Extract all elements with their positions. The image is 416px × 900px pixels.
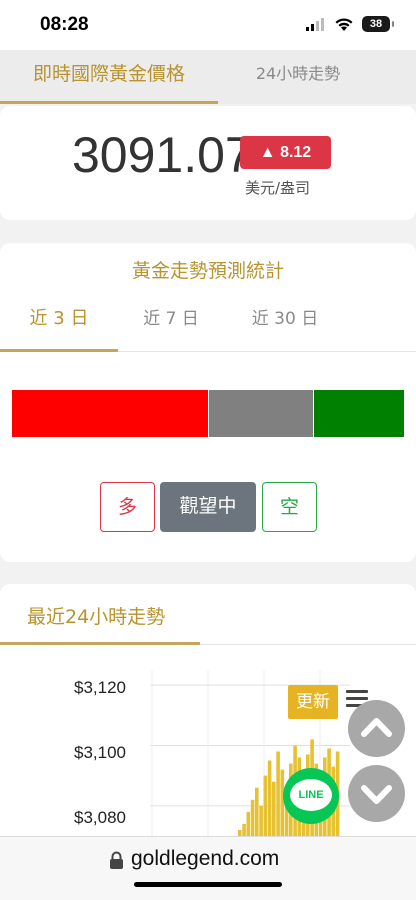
tab-30-days[interactable]: 近 30 日 bbox=[232, 296, 338, 352]
gold-price-value: 3091.07 bbox=[72, 127, 253, 183]
forecast-ratio-bar bbox=[12, 390, 404, 437]
line-icon: LINE bbox=[290, 779, 332, 811]
forecast-range-tabs: 近 3 日 近 7 日 近 30 日 bbox=[0, 296, 416, 352]
bullish-segment bbox=[12, 390, 208, 437]
price-bar bbox=[242, 823, 246, 836]
scroll-down-button[interactable] bbox=[348, 765, 405, 822]
bearish-segment bbox=[313, 390, 404, 437]
tab-3-days[interactable]: 近 3 日 bbox=[0, 296, 118, 352]
trend-divider bbox=[200, 644, 416, 645]
price-bar bbox=[246, 811, 251, 836]
scroll-up-button[interactable] bbox=[348, 700, 405, 757]
refresh-button[interactable]: 更新 bbox=[288, 685, 338, 719]
price-bar bbox=[259, 805, 263, 836]
price-bar bbox=[255, 787, 259, 836]
price-unit: 美元/盎司 bbox=[245, 179, 311, 197]
url-domain: goldlegend.com bbox=[131, 847, 280, 870]
battery-icon: 38 bbox=[362, 16, 394, 32]
scroll-down-icon bbox=[361, 785, 392, 804]
status-bar: 08:28 38 bbox=[0, 0, 416, 50]
tab-7-days[interactable]: 近 7 日 bbox=[118, 296, 224, 352]
home-indicator bbox=[134, 882, 282, 887]
price-change-badge: ▲ 8.12 bbox=[240, 136, 331, 169]
vote-wait-button[interactable]: 觀望中 bbox=[160, 482, 256, 532]
scroll-up-icon bbox=[361, 718, 392, 737]
price-bar bbox=[263, 775, 268, 836]
cellular-signal-icon bbox=[306, 18, 324, 31]
price-bar bbox=[276, 751, 280, 836]
browser-url-bar[interactable]: goldlegend.com bbox=[0, 836, 416, 900]
trend-title-underline bbox=[0, 642, 200, 645]
wifi-icon bbox=[335, 17, 353, 31]
line-share-button[interactable]: LINE bbox=[283, 768, 339, 824]
tab-24h-trend[interactable]: 24小時走勢 bbox=[218, 50, 378, 104]
y-tick-label: $3,120 bbox=[74, 678, 126, 697]
tab-realtime-gold-price[interactable]: 即時國際黃金價格 bbox=[0, 50, 218, 104]
vote-short-button[interactable]: 空 bbox=[262, 482, 317, 532]
trend-title: 最近24小時走勢 bbox=[27, 606, 166, 628]
y-tick-label: $3,100 bbox=[74, 743, 126, 762]
vote-long-button[interactable]: 多 bbox=[100, 482, 155, 532]
y-tick-label: $3,080 bbox=[74, 808, 126, 827]
status-time: 08:28 bbox=[40, 14, 89, 35]
lock-icon bbox=[110, 851, 123, 869]
status-icons: 38 bbox=[306, 16, 394, 32]
neutral-segment bbox=[208, 390, 314, 437]
top-tabs: 即時國際黃金價格 24小時走勢 bbox=[0, 50, 416, 104]
forecast-title: 黃金走勢預測統計 bbox=[131, 260, 284, 282]
price-bar bbox=[250, 799, 255, 836]
price-bar bbox=[272, 781, 276, 836]
price-bar bbox=[267, 760, 272, 836]
